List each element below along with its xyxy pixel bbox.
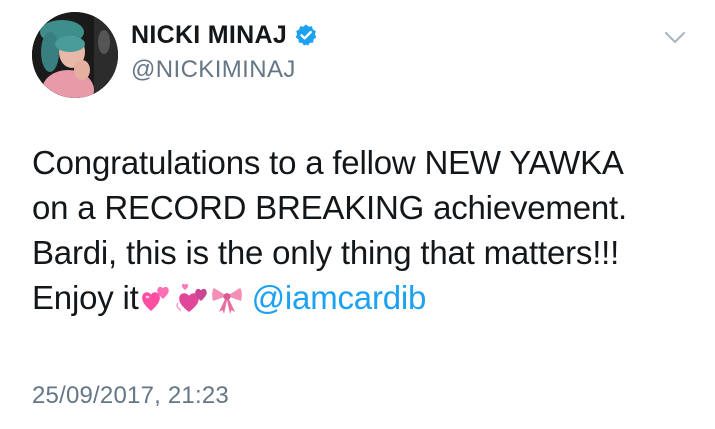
revolving-hearts-icon [175, 281, 209, 315]
tweet-line-last: Enjoy it @iamcardib [32, 275, 702, 320]
mention-link[interactable]: @iamcardib [252, 279, 427, 316]
name-row: NICKI MINAJ [131, 20, 318, 50]
tweet-text: Congratulations to a fellow NEW YAWKA on… [32, 140, 702, 320]
tweet-line-text: Enjoy it [32, 279, 139, 316]
ribbon-icon [210, 281, 244, 315]
display-name[interactable]: NICKI MINAJ [131, 20, 287, 50]
tweet-line: on a RECORD BREAKING achievement. [32, 189, 627, 226]
tweet-card: NICKI MINAJ @NICKIMINAJ Congratulations … [0, 0, 715, 429]
two-hearts-icon [140, 281, 174, 315]
avatar[interactable] [32, 12, 118, 98]
tweet-timestamp[interactable]: 25/09/2017, 21:23 [32, 381, 229, 411]
user-handle[interactable]: @NICKIMINAJ [131, 56, 318, 84]
tweet-line: Congratulations to a fellow NEW YAWKA [32, 144, 624, 181]
tweet-header: NICKI MINAJ @NICKIMINAJ [131, 20, 318, 84]
more-options-button[interactable] [660, 28, 690, 52]
chevron-down-icon [664, 31, 686, 50]
tweet-line: Bardi, this is the only thing that matte… [32, 234, 620, 271]
verified-badge-icon [294, 23, 318, 47]
